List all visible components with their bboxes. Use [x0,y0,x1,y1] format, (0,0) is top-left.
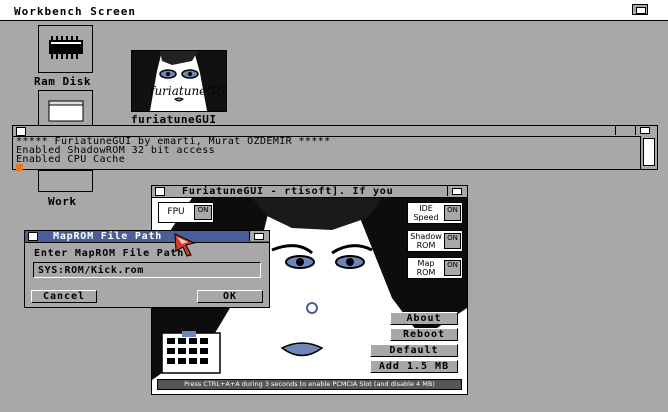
dialog-title-bar[interactable]: MapROM File Path [25,231,269,243]
about-button[interactable]: About [390,312,458,325]
ram-disk-icon-box[interactable] [38,25,93,73]
reboot-button[interactable]: Reboot [390,328,458,341]
maprom-dialog[interactable]: MapROM File Path Enter MapROM File Path … [24,230,270,308]
close-gadget-icon[interactable] [16,127,26,136]
hard-drive-icon[interactable] [38,90,93,126]
fpu-toggle[interactable]: FPU ON [158,202,214,223]
shadow-label-line2: ROM [416,241,436,250]
depth-gadget-icon[interactable] [635,126,656,135]
map-label-line1: Map [417,259,435,268]
ide-speed-toggle[interactable]: IDE Speed ON [407,202,463,224]
default-button[interactable]: Default [370,344,458,357]
mouse-pointer-icon [174,233,196,257]
dialog-prompt: Enter MapROM File Path [34,248,185,259]
shadow-on-switch[interactable]: ON [444,233,461,249]
map-rom-toggle[interactable]: Map ROM ON [407,257,463,279]
dialog-title: MapROM File Path [53,231,163,242]
shell-scrollbar[interactable] [640,136,657,169]
screen-depth-gadget-icon[interactable] [632,4,648,15]
ram-disk-label: Ram Disk [34,75,91,88]
depth-gadget-icon[interactable] [249,231,269,241]
close-gadget-icon[interactable] [28,232,38,241]
close-gadget-icon[interactable] [155,187,165,196]
furiatune-title-bar[interactable]: FuriatuneGUI - rtisoft]. If you [152,186,467,198]
cancel-button[interactable]: Cancel [31,290,97,303]
ide-label-line2: Speed [413,213,439,222]
ram-chip-icon [38,25,93,73]
map-on-switch[interactable]: ON [444,260,461,276]
ok-button[interactable]: OK [197,290,263,303]
svg-text:furiatuneGUI: furiatuneGUI [149,84,226,98]
depth-gadget-icon[interactable] [447,186,467,196]
shadow-label-line1: Shadow [410,232,442,241]
work-label: Work [48,195,77,208]
shell-line-3: Enabled CPU Cache [16,154,126,165]
fpu-label: FPU [167,207,185,217]
fpu-on-switch[interactable]: ON [194,205,212,220]
furiatune-portrait-icon[interactable]: furiatuneGUI [131,50,231,112]
shadow-rom-toggle[interactable]: Shadow ROM ON [407,230,463,252]
hard-drive-icon-lower[interactable] [38,170,93,192]
status-message: Press CTRL+A+A during 3 seconds to enabl… [157,379,462,390]
zoom-gadget-icon[interactable] [615,126,632,135]
screen-title: Workbench Screen [14,5,136,18]
furiatune-title: FuriatuneGUI - rtisoft]. If you [182,186,394,197]
shell-window[interactable]: ***** FuriatuneGUI by emarti, Murat OZDE… [12,125,658,171]
map-label-line2: ROM [416,268,436,277]
text-cursor [16,164,23,171]
screen-title-bar[interactable]: Workbench Screen [0,0,668,21]
maprom-path-input[interactable]: SYS:ROM/Kick.rom [33,262,261,278]
shell-output[interactable]: ***** FuriatuneGUI by emarti, Murat OZDE… [16,137,331,171]
add-memory-button[interactable]: Add 1.5 MB [370,360,458,373]
ide-on-switch[interactable]: ON [444,205,461,221]
ide-label-line1: IDE [419,204,433,213]
